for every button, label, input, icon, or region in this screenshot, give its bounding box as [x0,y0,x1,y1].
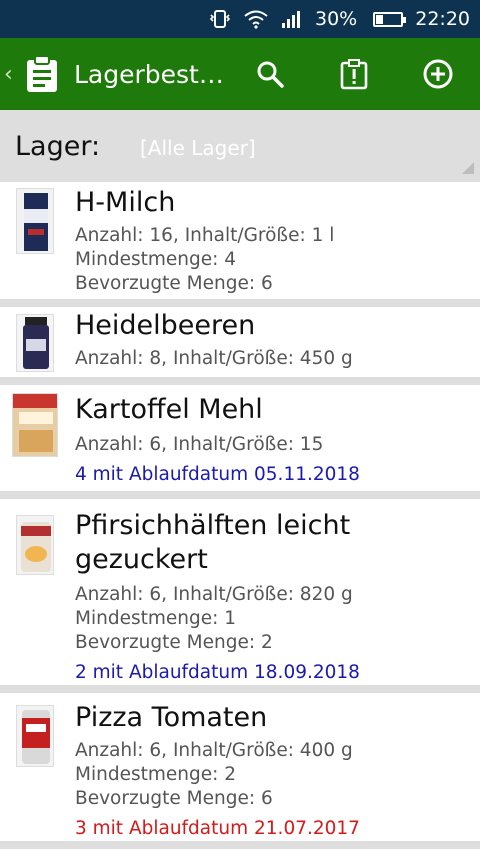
clipboard-alert-icon[interactable] [332,52,376,96]
list-divider [0,685,480,693]
product-thumbnail [16,705,54,767]
item-name: Pfirsichhälften leicht gezuckert [75,510,351,575]
item-preferred-quantity: Bevorzugte Menge: 6 [75,788,273,809]
item-quantity: Anzahl: 8, Inhalt/Größe: 450 g [75,348,353,369]
list-divider [0,377,480,385]
item-min-quantity: Mindestmenge: 2 [75,764,236,785]
search-icon[interactable] [248,52,292,96]
vibrate-icon [209,8,231,30]
dropdown-triangle-icon[interactable] [462,162,474,174]
item-min-quantity: Mindestmenge: 4 [75,249,236,270]
list-item[interactable]: Heidelbeeren Anzahl: 8, Inhalt/Größe: 45… [0,307,480,377]
storage-filter: Lager: [Alle Lager] [0,110,480,182]
list-item[interactable]: Pfirsichhälften leicht gezuckert Anzahl:… [0,499,480,685]
list-item[interactable]: Pizza Tomaten Anzahl: 6, Inhalt/Größe: 4… [0,693,480,841]
add-circle-icon[interactable] [416,52,460,96]
product-thumbnail [16,188,54,254]
back-chevron-icon[interactable]: ‹ [4,62,18,87]
item-name: Pizza Tomaten [75,702,268,733]
item-expiry: 3 mit Ablaufdatum 21.07.2017 [75,818,360,839]
list-divider [0,841,480,849]
item-preferred-quantity: Bevorzugte Menge: 2 [75,632,273,653]
item-quantity: Anzahl: 6, Inhalt/Größe: 400 g [75,740,353,761]
app-toolbar: ‹ Lagerbest… [0,38,480,110]
product-thumbnail [16,314,54,372]
item-expiry: 2 mit Ablaufdatum 18.09.2018 [75,662,360,683]
list-item[interactable] [0,849,480,854]
list-divider [0,299,480,307]
item-min-quantity: Mindestmenge: 1 [75,608,236,629]
item-preferred-quantity: Bevorzugte Menge: 6 [75,273,273,294]
signal-icon [281,9,303,29]
item-name: Kartoffel Mehl [75,394,263,425]
list-item[interactable]: Kartoffel Mehl Anzahl: 6, Inhalt/Größe: … [0,385,480,491]
page-title: Lagerbest… [74,59,224,89]
stock-list: H-Milch Anzahl: 16, Inhalt/Größe: 1 l Mi… [0,182,480,854]
item-name: H-Milch [75,187,176,218]
status-bar: 30% 22:20 [0,0,480,38]
item-expiry: 4 mit Ablaufdatum 05.11.2018 [75,464,360,485]
storage-filter-label: Lager: [15,130,101,162]
item-quantity: Anzahl: 6, Inhalt/Größe: 15 [75,434,324,455]
wifi-icon [243,9,269,29]
item-quantity: Anzahl: 16, Inhalt/Größe: 1 l [75,225,335,246]
list-divider [0,491,480,499]
battery-icon [369,11,407,27]
clock: 22:20 [415,8,470,30]
item-name: Heidelbeeren [75,310,256,341]
battery-percent: 30% [315,8,358,30]
storage-select[interactable]: [Alle Lager] [140,136,256,160]
clipboard-icon[interactable] [22,54,62,94]
item-quantity: Anzahl: 6, Inhalt/Größe: 820 g [75,584,353,605]
list-item[interactable]: H-Milch Anzahl: 16, Inhalt/Größe: 1 l Mi… [0,182,480,299]
product-thumbnail [16,515,54,575]
product-thumbnail [12,393,58,457]
